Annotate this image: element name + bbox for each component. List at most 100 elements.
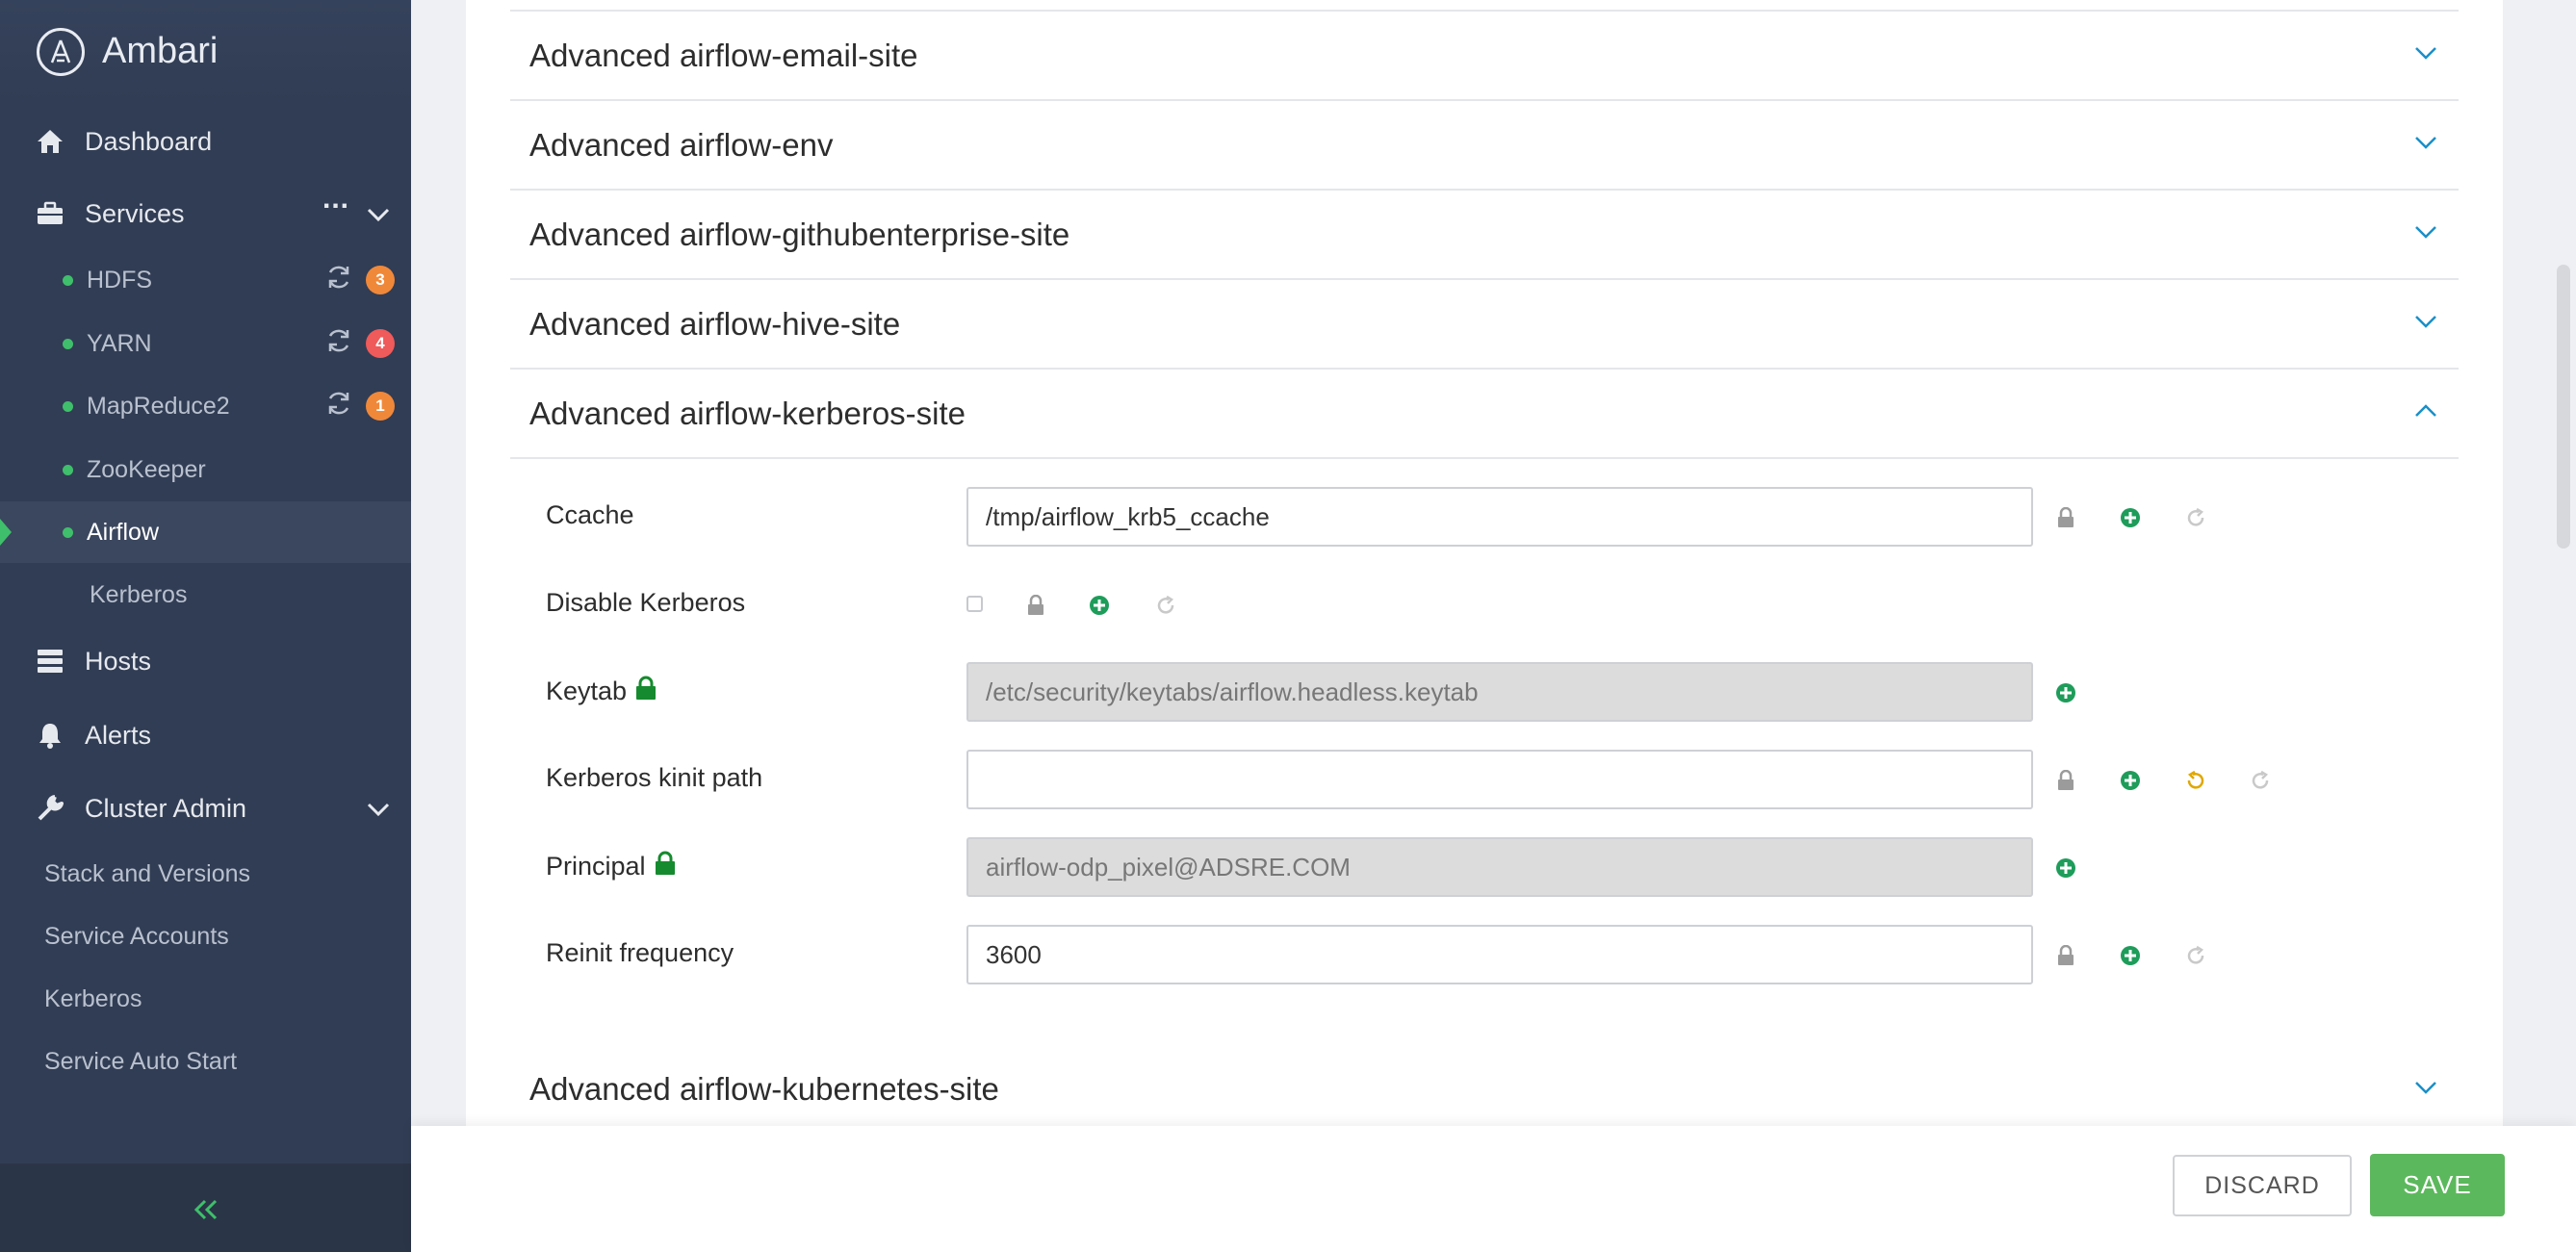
nav-cluster-admin-label: Cluster Admin	[85, 793, 247, 823]
disable-kerberos-label: Disable Kerberos	[546, 588, 745, 618]
status-dot	[63, 464, 73, 475]
kinit-path-label: Kerberos kinit path	[546, 763, 762, 793]
service-label: MapReduce2	[87, 392, 230, 420]
save-button[interactable]: SAVE	[2370, 1154, 2505, 1216]
plus-circle-icon[interactable]	[2116, 766, 2145, 795]
undo-icon[interactable]	[2246, 766, 2275, 795]
chevron-down-icon[interactable]	[2414, 46, 2437, 64]
nav-alerts[interactable]: Alerts	[0, 714, 411, 756]
section-title: Advanced airflow-email-site	[529, 37, 918, 73]
principal-input: airflow-odp_pixel@ADSRE.COM	[966, 837, 2033, 897]
ccache-input[interactable]: /tmp/airflow_krb5_ccache	[966, 487, 2033, 547]
discard-button[interactable]: DISCARD	[2173, 1155, 2352, 1216]
lock-icon	[654, 851, 677, 882]
nav-dashboard[interactable]: Dashboard	[0, 120, 411, 163]
undo-icon[interactable]	[2181, 503, 2210, 532]
service-item-zookeeper[interactable]: ZooKeeper	[0, 439, 411, 500]
section-title: Advanced airflow-env	[529, 126, 834, 163]
services-more-button[interactable]: ...	[322, 183, 349, 216]
service-item-yarn[interactable]: YARN 4	[0, 313, 411, 374]
service-label: ZooKeeper	[87, 455, 206, 483]
cluster-admin-service-accounts[interactable]: Service Accounts	[44, 923, 229, 951]
service-item-airflow[interactable]: Airflow	[0, 501, 411, 563]
sidebar-collapse-button[interactable]	[0, 1163, 411, 1252]
kinit-path-input[interactable]	[966, 750, 2033, 809]
ccache-label-text: Ccache	[546, 500, 634, 529]
alert-count-badge[interactable]: 4	[366, 329, 395, 358]
status-dot	[63, 338, 73, 349]
ccache-label: Ccache	[546, 500, 634, 530]
nav-alerts-label: Alerts	[85, 720, 152, 750]
service-item-kerberos[interactable]: Kerberos	[0, 564, 411, 626]
section-airflow-githubenterprise-site[interactable]: Advanced airflow-githubenterprise-site	[510, 191, 2459, 280]
service-label: HDFS	[87, 266, 153, 294]
nav-cluster-admin[interactable]: Cluster Admin	[0, 787, 411, 830]
lock-icon[interactable]	[2051, 766, 2080, 795]
section-title: Advanced airflow-hive-site	[529, 305, 901, 342]
section-title: Advanced airflow-githubenterprise-site	[529, 216, 1070, 252]
reinit-frequency-input[interactable]: 3600	[966, 925, 2033, 984]
nav-services[interactable]: Services ...	[0, 183, 411, 235]
chevron-down-icon[interactable]	[2414, 136, 2437, 154]
service-item-hdfs[interactable]: HDFS 3	[0, 249, 411, 311]
section-airflow-env[interactable]: Advanced airflow-env	[510, 101, 2459, 191]
refresh-icon[interactable]	[325, 264, 352, 297]
plus-circle-icon[interactable]	[1085, 591, 1114, 620]
keytab-input: /etc/security/keytabs/airflow.headless.k…	[966, 662, 2033, 722]
plus-circle-icon[interactable]	[2051, 854, 2080, 882]
cluster-admin-service-auto-start[interactable]: Service Auto Start	[44, 1048, 237, 1076]
status-dot	[63, 400, 73, 412]
brand[interactable]: Ambari	[0, 0, 411, 103]
plus-circle-icon[interactable]	[2116, 503, 2145, 532]
lock-icon[interactable]	[2051, 941, 2080, 970]
disable-kerberos-label-text: Disable Kerberos	[546, 588, 746, 617]
status-dot	[63, 526, 73, 538]
refresh-icon[interactable]	[325, 327, 352, 361]
refresh-icon[interactable]	[325, 390, 352, 423]
status-dot	[63, 274, 73, 286]
disable-kerberos-checkbox[interactable]	[966, 596, 983, 612]
section-airflow-email-site[interactable]: Advanced airflow-email-site	[510, 12, 2459, 101]
active-marker	[0, 519, 12, 546]
cluster-admin-kerberos[interactable]: Kerberos	[44, 985, 142, 1013]
lock-icon	[634, 676, 657, 707]
alert-count-badge[interactable]: 1	[366, 392, 395, 421]
revert-icon[interactable]	[2181, 766, 2210, 795]
nav-services-label: Services	[85, 198, 185, 228]
nav-dashboard-label: Dashboard	[85, 126, 213, 156]
undo-icon[interactable]	[2181, 941, 2210, 970]
hosts-icon	[35, 646, 65, 677]
chevron-down-icon[interactable]	[367, 199, 390, 229]
home-icon	[35, 126, 65, 157]
plus-circle-icon[interactable]	[2051, 678, 2080, 707]
service-item-mapreduce2[interactable]: MapReduce2 1	[0, 375, 411, 437]
lock-icon[interactable]	[2051, 503, 2080, 532]
scrollbar[interactable]	[2557, 265, 2570, 549]
chevron-down-icon[interactable]	[367, 794, 390, 824]
principal-label: Principal	[546, 851, 677, 882]
service-label: Kerberos	[90, 580, 188, 608]
section-airflow-hive-site[interactable]: Advanced airflow-hive-site	[510, 280, 2459, 370]
chevron-down-icon[interactable]	[2414, 225, 2437, 243]
reinit-frequency-label: Reinit frequency	[546, 938, 734, 968]
plus-circle-icon[interactable]	[2116, 941, 2145, 970]
chevron-up-icon[interactable]	[2414, 404, 2437, 422]
section-airflow-kerberos-site[interactable]: Advanced airflow-kerberos-site	[510, 370, 2459, 459]
nav-hosts[interactable]: Hosts	[0, 640, 411, 682]
section-airflow-kubernetes-site[interactable]: Advanced airflow-kubernetes-site	[510, 1045, 2459, 1134]
alert-count-badge[interactable]: 3	[366, 266, 395, 294]
undo-icon[interactable]	[1151, 591, 1180, 620]
bell-icon	[35, 720, 65, 751]
service-label: Airflow	[87, 518, 160, 546]
cluster-admin-stack-versions[interactable]: Stack and Versions	[44, 860, 250, 888]
keytab-label-text: Keytab	[546, 677, 628, 705]
chevron-down-icon[interactable]	[2414, 1081, 2437, 1099]
kinit-path-label-text: Kerberos kinit path	[546, 763, 763, 792]
ambari-logo-icon	[37, 27, 85, 76]
section-title: Advanced airflow-kubernetes-site	[529, 1071, 999, 1107]
app-name: Ambari	[102, 31, 219, 71]
lock-icon[interactable]	[1021, 591, 1050, 620]
wrench-icon	[35, 793, 65, 824]
sidebar: Ambari Dashboard Services ... HDFS 3 YAR…	[0, 0, 411, 1252]
chevron-down-icon[interactable]	[2414, 315, 2437, 333]
